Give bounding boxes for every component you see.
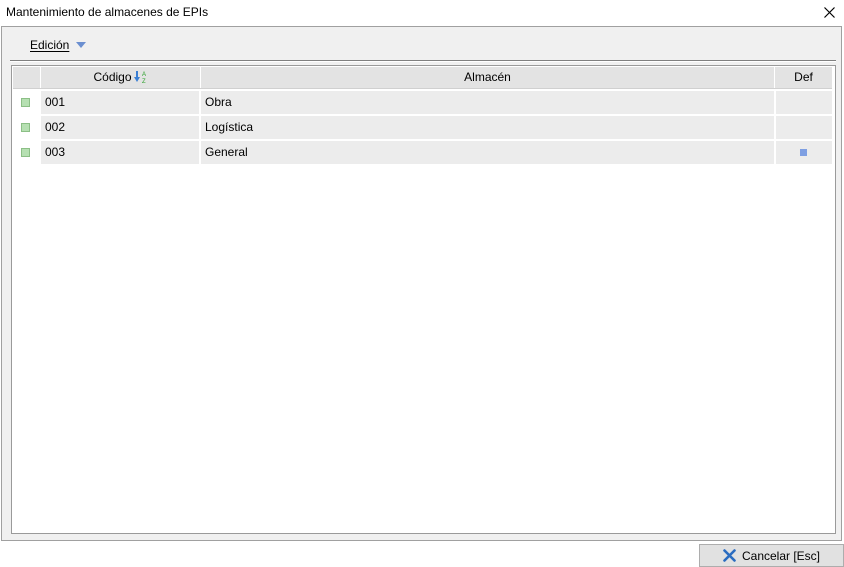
- cell-def[interactable]: [776, 91, 832, 114]
- svg-text:A: A: [142, 72, 146, 78]
- table-row[interactable]: 003 General: [13, 141, 832, 164]
- row-indicator-icon: [21, 148, 30, 157]
- table-row[interactable]: 002 Logística: [13, 116, 832, 139]
- close-button[interactable]: [814, 0, 844, 26]
- main-panel: Edición Código A Z Almacén Def 001 Obra …: [1, 26, 842, 541]
- almacenes-grid[interactable]: Código A Z Almacén Def 001 Obra 002 Logí…: [11, 65, 836, 534]
- row-indicator-header: [13, 67, 41, 88]
- cell-almacen[interactable]: Logística: [201, 116, 774, 139]
- svg-text:Z: Z: [142, 79, 146, 84]
- toolbar-separator: [10, 60, 836, 62]
- column-header-def[interactable]: Def: [775, 67, 832, 88]
- cell-almacen[interactable]: Obra: [201, 91, 774, 114]
- row-selector[interactable]: [13, 141, 41, 164]
- cancel-button[interactable]: Cancelar [Esc]: [699, 544, 844, 567]
- row-indicator-icon: [21, 123, 30, 132]
- close-icon: [824, 7, 835, 18]
- row-indicator-icon: [21, 98, 30, 107]
- cell-def[interactable]: [776, 116, 832, 139]
- triangle-down-icon: [76, 42, 87, 48]
- window-title: Mantenimiento de almacenes de EPIs: [6, 5, 209, 19]
- header-divider: [13, 88, 832, 89]
- cancel-button-label: Cancelar [Esc]: [741, 548, 821, 563]
- cell-almacen[interactable]: General: [201, 141, 774, 164]
- default-marker-icon: [800, 149, 807, 156]
- cell-codigo[interactable]: 003: [41, 141, 199, 164]
- cell-codigo[interactable]: 002: [41, 116, 199, 139]
- title-bar: Mantenimiento de almacenes de EPIs: [0, 0, 844, 26]
- row-selector[interactable]: [13, 91, 41, 114]
- column-header-codigo-label: Código: [93, 70, 132, 84]
- column-header-codigo[interactable]: Código A Z: [41, 67, 201, 88]
- x-icon: [723, 549, 736, 562]
- column-header-almacen[interactable]: Almacén: [201, 67, 775, 88]
- cell-codigo[interactable]: 001: [41, 91, 199, 114]
- row-selector[interactable]: [13, 116, 41, 139]
- edicion-menu[interactable]: Edición: [30, 38, 87, 52]
- cell-def[interactable]: [776, 141, 832, 164]
- table-row[interactable]: 001 Obra: [13, 91, 832, 114]
- sort-az-icon: A Z: [133, 70, 146, 84]
- edicion-menu-label: Edición: [30, 38, 70, 52]
